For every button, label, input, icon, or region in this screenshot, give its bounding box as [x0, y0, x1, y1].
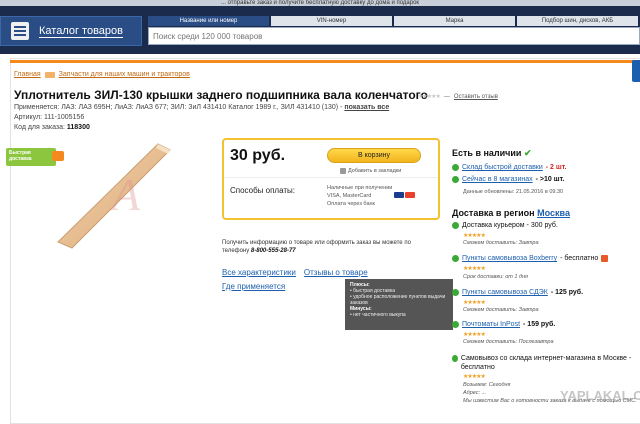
- boxberry-price: - бесплатно: [560, 255, 599, 262]
- check-icon: ✔: [523, 148, 532, 158]
- product-tabs: Все характеристики Отзывы о товаре: [222, 268, 368, 277]
- stores-link[interactable]: Сейчас в 8 магазинах: [462, 176, 533, 183]
- cdek-note: Сможем доставить: Завтра: [463, 307, 539, 313]
- applies-values: ЛАЗ: ЛАЗ 695Н; ЛиАЗ: ЛиАЗ 677; ЗИЛ: ЗиЛ …: [61, 104, 343, 111]
- page-title: Уплотнитель ЗИЛ-130 крышки заднего подши…: [14, 88, 428, 102]
- tooltip-plus-2: • удобное расположение пунктов выдачи за…: [350, 294, 446, 306]
- order-code-line: Код для заказа: 118300: [14, 124, 90, 131]
- courier-note: Сможем доставить: Завтра: [463, 240, 539, 246]
- search-input[interactable]: [148, 27, 640, 45]
- promo-banner[interactable]: ... отправьте заказ и получите бесплатну…: [0, 0, 640, 6]
- search-tabs: Название или номер VIN-номер Марка Подбо…: [148, 16, 640, 26]
- breadcrumb: Главная Запчасти для наших машин и тракт…: [14, 71, 190, 78]
- price: 30 руб.: [230, 147, 286, 164]
- pickup-note-2: Адрес: ...: [463, 390, 487, 396]
- catalog-button[interactable]: Каталог товаров: [0, 16, 142, 46]
- delivery-heading: Доставка в регион Москва: [452, 208, 570, 218]
- tab-name-or-number[interactable]: Название или номер: [148, 16, 269, 26]
- product-image[interactable]: A: [40, 140, 190, 250]
- pickup-row: Самовывоз со склада интернет-магазина в …: [452, 354, 632, 372]
- delivery-heading-label: Доставка в регион: [452, 208, 535, 218]
- gift-icon: [601, 255, 609, 262]
- tooltip-minus-1: • нет частичного выкупа: [350, 312, 406, 318]
- accent-line: [10, 60, 640, 63]
- bookmark-link[interactable]: Добавить в закладки: [340, 168, 401, 174]
- fast-delivery-label: Быстрая доставка: [9, 150, 32, 162]
- inpost-row: Почтоматы InPost - 159 руб.: [452, 321, 555, 328]
- side-tab[interactable]: [632, 60, 640, 82]
- boxberry-row: Пункты самовывоза Boxberry - бесплатно: [452, 255, 609, 262]
- courier-label: Доставка курьером - 300 руб.: [462, 222, 558, 229]
- courier-stars: ★★★★★: [463, 233, 486, 239]
- tab-characteristics[interactable]: Все характеристики: [222, 268, 296, 277]
- inpost-link[interactable]: Почтоматы InPost: [462, 321, 520, 328]
- payment-bank: Оплата через банк: [327, 201, 375, 207]
- order-code-label: Код для заказа:: [14, 124, 65, 131]
- mastercard-icon: [405, 192, 415, 198]
- pickup-label: Самовывоз со склада интернет-магазина в …: [460, 355, 632, 371]
- payment-cash: Наличные при получении: [327, 185, 393, 191]
- boxberry-stars: ★★★★★: [463, 266, 486, 272]
- stores-qty: - >10 шт.: [535, 176, 565, 183]
- delivery-tooltip: Плюсы: • быстрая доставка • удобное расп…: [345, 279, 453, 330]
- tab-brand[interactable]: Марка: [394, 16, 515, 26]
- show-all-link[interactable]: показать все: [344, 104, 389, 111]
- add-to-cart-button[interactable]: В корзину: [327, 148, 421, 163]
- payment-label: Способы оплаты:: [230, 186, 296, 195]
- applies-label: Применяется:: [14, 104, 60, 111]
- rating-row: ★★★★★ — Оставить отзыв: [418, 93, 498, 101]
- tab-tires[interactable]: Подбор шин, дисков, АКБ: [517, 16, 638, 26]
- courier-row: Доставка курьером - 300 руб.: [452, 222, 558, 229]
- pickup-stars: ★★★★★: [463, 374, 486, 380]
- check-circle-icon: [452, 176, 459, 183]
- breadcrumb-parts[interactable]: Запчасти для наших машин и тракторов: [59, 71, 190, 78]
- card-logos: [394, 192, 415, 198]
- payment-card: VISA, MasterCard: [327, 193, 372, 199]
- rating-stars-icon: ★★★★★: [418, 94, 441, 100]
- check-circle-icon: [452, 355, 458, 362]
- availability-heading: Есть в наличии ✔: [452, 148, 532, 159]
- phone-number[interactable]: 8-800-555-28-77: [251, 248, 296, 254]
- region-link[interactable]: Москва: [537, 208, 570, 218]
- cdek-link[interactable]: Пункты самовывоза СДЭК: [462, 289, 548, 296]
- order-code: 118300: [66, 124, 90, 131]
- payment-methods: Наличные при получении VISA, MasterCard …: [327, 184, 392, 208]
- catalog-label: Каталог товаров: [39, 24, 123, 38]
- check-circle-icon: [452, 289, 459, 296]
- check-circle-icon: [452, 222, 459, 229]
- tab-vin[interactable]: VIN-номер: [271, 16, 392, 26]
- updated-note: Данные обновлены: 21.05.2016 в 09.30: [463, 189, 564, 195]
- visa-icon: [394, 192, 404, 198]
- availability-heading-label: Есть в наличии: [452, 148, 522, 158]
- inpost-stars: ★★★★★: [463, 332, 486, 338]
- boxberry-link[interactable]: Пункты самовывоза Boxberry: [462, 255, 557, 262]
- fast-warehouse-row: Склад быстрой доставки - 2 шт.: [452, 164, 567, 171]
- breadcrumb-home[interactable]: Главная: [14, 71, 41, 78]
- cdek-price: - 125 руб.: [550, 289, 584, 296]
- menu-icon: [11, 22, 29, 40]
- pickup-note-1: Возьмем: Сегодня: [463, 382, 511, 388]
- check-circle-icon: [452, 255, 459, 262]
- breadcrumb-separator-icon: [44, 71, 55, 78]
- help-text: Получить информацию о товаре или оформит…: [222, 239, 432, 255]
- fast-warehouse-link[interactable]: Склад быстрой доставки: [462, 164, 543, 171]
- check-circle-icon: [452, 164, 459, 171]
- article: Артикул: 111-1005156: [14, 114, 85, 121]
- check-circle-icon: [452, 321, 459, 328]
- watermark: YAPLAKAL.COM: [560, 388, 640, 403]
- where-used-link[interactable]: Где применяется: [222, 282, 285, 291]
- inpost-price: - 159 руб.: [523, 321, 556, 328]
- stores-row: Сейчас в 8 магазинах - >10 шт.: [452, 176, 564, 183]
- fast-warehouse-qty: - 2 шт.: [545, 164, 567, 171]
- cdek-stars: ★★★★★: [463, 300, 486, 306]
- tab-reviews[interactable]: Отзывы о товаре: [304, 268, 368, 277]
- bookmark-icon: [340, 168, 346, 174]
- bookmark-label: Добавить в закладки: [348, 168, 402, 174]
- boxberry-note: Срок доставки: от 1 дня: [463, 274, 528, 280]
- inpost-note: Сможем доставить: Послезавтра: [463, 339, 554, 345]
- leave-review-link[interactable]: Оставить отзыв: [454, 94, 498, 100]
- cdek-row: Пункты самовывоза СДЭК - 125 руб.: [452, 289, 583, 296]
- applies-line: Применяется: ЛАЗ: ЛАЗ 695Н; ЛиАЗ: ЛиАЗ 6…: [14, 104, 389, 111]
- svg-text:A: A: [109, 169, 141, 220]
